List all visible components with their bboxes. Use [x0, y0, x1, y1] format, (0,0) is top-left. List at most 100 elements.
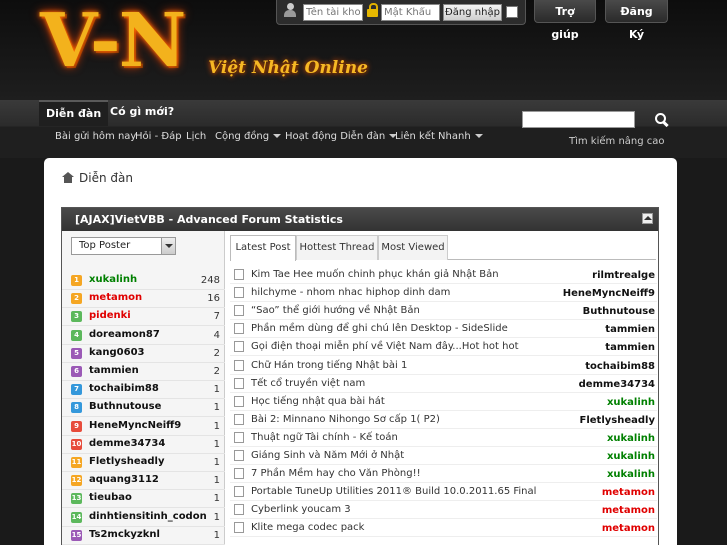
help-button[interactable]: Trợ giúp [534, 0, 596, 41]
collapse-icon[interactable] [642, 213, 653, 224]
search-input[interactable] [522, 111, 635, 128]
thread-title-link[interactable]: Bài 2: Minnano Nihongo Sơ cấp 1( P2) [251, 414, 440, 425]
thread-user-link[interactable]: tochaibim88 [585, 361, 655, 372]
home-icon [62, 172, 74, 183]
poster-name[interactable]: doreamon87 [89, 329, 160, 340]
tab-forum[interactable]: Diễn đàn [39, 100, 109, 126]
thread-row: “Sao” thể giới hướng về Nhật Bản Buthnuto… [230, 302, 657, 321]
thread-row: Giáng Sinh và Năm Mới ở Nhật xukalinh [230, 447, 657, 465]
thread-title-link[interactable]: Chữ Hán trong tiếng Nhật bài 1 [251, 360, 407, 371]
poster-name[interactable]: Fletlysheadly [89, 456, 164, 467]
thread-user-link[interactable]: xukalinh [607, 451, 655, 462]
poster-name[interactable]: tochaibim88 [89, 383, 159, 394]
subnav-quick-links[interactable]: Liên kết Nhanh [395, 131, 483, 142]
poster-name[interactable]: aquang3112 [89, 474, 159, 485]
thread-user-link[interactable]: metamon [602, 487, 655, 498]
subnav-qa[interactable]: Hỏi - Đáp [135, 131, 182, 142]
thread-icon [234, 468, 244, 480]
poster-name[interactable]: HeneMyncNeiff9 [89, 420, 181, 431]
subnav-label: Hỏi - Đáp [135, 131, 182, 142]
tab-hottest-thread[interactable]: Hottest Thread [296, 235, 378, 260]
poster-type-select[interactable]: Top Poster [71, 237, 176, 255]
poster-name[interactable]: Ts2mckyzknl [89, 529, 160, 540]
username-input[interactable] [303, 4, 363, 21]
poster-row: 3 pidenki 7 [62, 308, 225, 327]
thread-row: 7 Phần Mềm hay cho Văn Phòng!! xukalinh [230, 465, 657, 484]
thread-title-link[interactable]: Thuật ngữ Tài chính - Kế toán [251, 432, 398, 443]
rank-badge-icon: 10 [71, 438, 82, 450]
tab-latest-post[interactable]: Latest Post [230, 235, 296, 261]
thread-icon [234, 395, 244, 407]
rank-badge-icon: 15 [71, 529, 82, 541]
thread-user-link[interactable]: metamon [602, 505, 655, 516]
thread-user-link[interactable]: xukalinh [607, 469, 655, 480]
poster-name[interactable]: xukalinh [89, 274, 137, 285]
poster-name[interactable]: dinhtiensitinh_codon [89, 511, 207, 522]
password-input[interactable] [381, 4, 440, 21]
subnav-calendar[interactable]: Lịch [186, 131, 206, 142]
poster-name[interactable]: kang0603 [89, 347, 145, 358]
thread-user-link[interactable]: metamon [602, 523, 655, 534]
thread-user-link[interactable]: demme34734 [579, 379, 655, 390]
poster-name[interactable]: tammien [89, 365, 139, 376]
thread-user-link[interactable]: tammien [605, 342, 655, 353]
thread-title-link[interactable]: Portable TuneUp Utilities 2011® Build 10… [251, 486, 536, 497]
rank-badge-icon: 6 [71, 366, 82, 377]
poster-row: 1 xukalinh 248 [62, 272, 225, 290]
poster-row: 14 dinhtiensitinh_codon 1 [62, 509, 225, 527]
login-bar: Đăng nhập [276, 0, 526, 25]
post-count: 16 [207, 293, 220, 305]
thread-row: Klite mega codec pack metamon [230, 519, 657, 538]
forum-stats-box: [AJAX]VietVBB - Advanced Forum Statistic… [61, 207, 659, 545]
tab-most-viewed[interactable]: Most Viewed [378, 235, 448, 260]
thread-user-link[interactable]: tammien [605, 324, 655, 335]
login-button[interactable]: Đăng nhập [443, 4, 502, 21]
register-button[interactable]: Đăng Ký [605, 0, 668, 41]
poster-name[interactable]: pidenki [89, 310, 131, 321]
rank-badge-icon: 3 [71, 311, 82, 323]
poster-name[interactable]: demme34734 [89, 438, 165, 449]
thread-user-link[interactable]: HeneMyncNeiff9 [563, 288, 655, 299]
thread-title-link[interactable]: Học tiếng nhật qua bài hát [251, 396, 385, 407]
thread-title-link[interactable]: Phần mềm dùng để ghi chú lên Desktop - S… [251, 323, 508, 334]
thread-title-link[interactable]: Tết cổ truyền việt nam [251, 378, 365, 389]
poster-name[interactable]: tieubao [89, 492, 132, 503]
advanced-search-link[interactable]: Tìm kiếm nâng cao [569, 136, 665, 147]
user-icon [284, 3, 296, 17]
poster-name[interactable]: Buthnutouse [89, 401, 161, 412]
thread-title-link[interactable]: Giáng Sinh và Năm Mới ở Nhật [251, 450, 404, 461]
thread-icon [234, 486, 244, 498]
thread-title-link[interactable]: Cyberlink youcam 3 [251, 504, 351, 515]
poster-row: 9 HeneMyncNeiff9 1 [62, 418, 225, 436]
subnav-today-posts[interactable]: Bài gửi hôm nay [55, 131, 136, 142]
breadcrumb[interactable]: Diễn đàn [62, 171, 133, 185]
thread-title-link[interactable]: “Sao” thể giới hướng về Nhật Bản [251, 305, 420, 316]
poster-row: 4 doreamon87 4 [62, 327, 225, 345]
poster-row: 6 tammien 2 [62, 363, 225, 381]
thread-title-link[interactable]: Kim Tae Hee muốn chinh phục khán giả Nhậ… [251, 269, 499, 280]
poster-select-value: Top Poster [79, 240, 131, 251]
subnav-forum-activity[interactable]: Hoạt động Diễn đàn [285, 131, 398, 142]
thread-user-link[interactable]: xukalinh [607, 433, 655, 444]
remember-me-checkbox[interactable] [506, 6, 518, 18]
thread-user-link[interactable]: rilmtrealge [592, 270, 655, 281]
rank-badge-icon: 7 [71, 384, 82, 396]
subnav-community[interactable]: Cộng đồng [215, 131, 282, 142]
thread-title-link[interactable]: hilchyme - nhom nhac hiphop dinh dam [251, 287, 450, 298]
thread-title-link[interactable]: 7 Phần Mềm hay cho Văn Phòng!! [251, 468, 421, 479]
subnav-label: Bài gửi hôm nay [55, 131, 137, 142]
thread-row: Phần mềm dùng để ghi chú lên Desktop - S… [230, 320, 657, 339]
thread-user-link[interactable]: xukalinh [607, 397, 655, 408]
post-count: 1 [213, 384, 220, 396]
thread-row: Portable TuneUp Utilities 2011® Build 10… [230, 483, 657, 502]
rank-badge-icon: 1 [71, 275, 82, 286]
thread-user-link[interactable]: Fletlysheadly [580, 415, 655, 426]
thread-row: Gọi điện thoại miễn phí về Việt Nam đây.… [230, 338, 657, 357]
thread-row: Tết cổ truyền việt nam demme34734 [230, 375, 657, 393]
tab-whats-new[interactable]: Có gì mới? [103, 100, 181, 126]
poster-name[interactable]: metamon [89, 292, 142, 303]
search-icon[interactable] [650, 110, 668, 128]
thread-title-link[interactable]: Gọi điện thoại miễn phí về Việt Nam đây.… [251, 341, 519, 352]
thread-user-link[interactable]: Buthnutouse [583, 306, 655, 317]
thread-title-link[interactable]: Klite mega codec pack [251, 522, 364, 533]
